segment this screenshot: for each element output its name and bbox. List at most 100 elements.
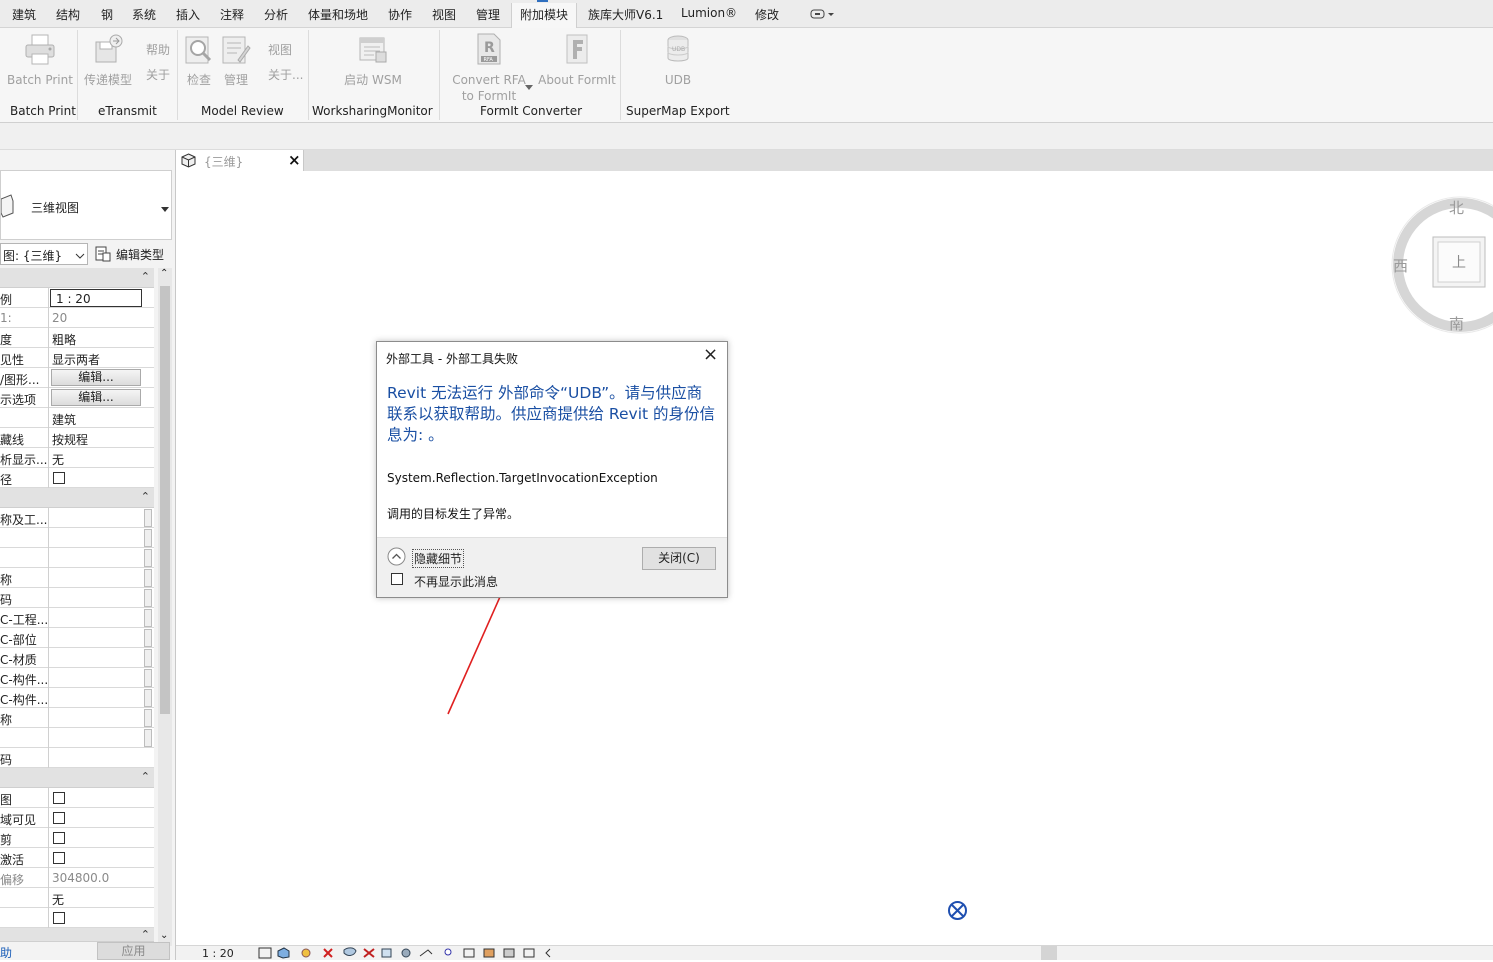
property-checkbox[interactable]	[53, 832, 65, 844]
property-row[interactable]: 建筑	[0, 408, 154, 428]
property-row[interactable]: 无	[0, 888, 154, 908]
section-extents-header[interactable]: ⌃	[0, 768, 154, 788]
view-control-icons[interactable]	[258, 947, 558, 959]
type-selector[interactable]: 三维视图	[0, 170, 172, 240]
tab-annotate[interactable]: 注释	[220, 6, 244, 23]
tab-massing-site[interactable]: 体量和场地	[308, 6, 368, 23]
property-row[interactable]	[0, 528, 154, 548]
property-edit-box[interactable]	[144, 649, 152, 667]
property-row[interactable]: 图	[0, 788, 154, 808]
section-identity-header[interactable]: ⌃	[0, 488, 154, 508]
property-edit-box[interactable]	[144, 629, 152, 647]
edit-graphics-button[interactable]: 编辑...	[51, 369, 141, 386]
section-graphics-header[interactable]: ⌃	[0, 268, 154, 288]
type-dropdown-icon[interactable]	[161, 202, 169, 216]
viewcube-west-label[interactable]: 西	[1393, 255, 1408, 276]
tab-collaborate[interactable]: 协作	[388, 6, 412, 23]
property-checkbox[interactable]	[53, 472, 65, 484]
property-row[interactable]: C-构件...	[0, 688, 154, 708]
tab-family-library[interactable]: 族库大师V6.1	[588, 6, 663, 23]
property-checkbox[interactable]	[53, 812, 65, 824]
viewcube-south-label[interactable]: 南	[1449, 313, 1464, 334]
property-row[interactable]: C-部位	[0, 628, 154, 648]
batch-print-button[interactable]: Batch Print	[6, 32, 74, 88]
property-row[interactable]: 码	[0, 588, 154, 608]
property-edit-box[interactable]	[144, 589, 152, 607]
etransmit-about-button[interactable]: 关于	[146, 67, 174, 83]
property-row[interactable]: /图形... 编辑...	[0, 368, 154, 388]
edit-display-options-button[interactable]: 编辑...	[51, 389, 141, 406]
property-row[interactable]: C-材质	[0, 648, 154, 668]
udb-export-button[interactable]: UDB UDB	[652, 32, 704, 88]
property-edit-box[interactable]	[144, 669, 152, 687]
property-row[interactable]: 域可见	[0, 808, 154, 828]
property-row[interactable]: 激活	[0, 848, 154, 868]
etransmit-help-button[interactable]: 帮助	[146, 42, 174, 58]
transmit-model-button[interactable]: 传递模型	[80, 32, 136, 88]
property-row[interactable]: 例 1 : 20	[0, 288, 154, 308]
scrollbar-thumb[interactable]	[160, 286, 170, 714]
properties-scrollbar[interactable]: ⌃ ⌄	[158, 268, 172, 946]
scroll-up-icon[interactable]: ⌃	[160, 268, 168, 279]
property-row[interactable]: 1: 20	[0, 308, 154, 328]
tab-add-ins[interactable]: 附加模块	[511, 3, 578, 29]
property-row[interactable]: 称及工...	[0, 508, 154, 528]
property-edit-box[interactable]	[144, 709, 152, 727]
property-row[interactable]: 度 粗略	[0, 328, 154, 348]
property-edit-box[interactable]	[144, 609, 152, 627]
property-edit-box[interactable]	[144, 689, 152, 707]
viewcube[interactable]: 北 西 南 上	[1390, 195, 1493, 335]
property-edit-box[interactable]	[144, 569, 152, 587]
hide-details-link[interactable]: 隐藏细节	[412, 549, 465, 568]
property-row[interactable]: 称	[0, 708, 154, 728]
tab-analyze[interactable]: 分析	[264, 6, 288, 23]
tab-manage[interactable]: 管理	[476, 6, 500, 23]
edit-type-button[interactable]: 编辑类型	[94, 243, 170, 265]
ribbon-options-icon[interactable]	[810, 8, 836, 23]
property-edit-box[interactable]	[144, 729, 152, 747]
tab-structure[interactable]: 结构	[56, 6, 80, 23]
view-scale-input[interactable]: 1 : 20	[50, 289, 142, 307]
property-row[interactable]: 称	[0, 568, 154, 588]
model-review-about-button[interactable]: 关于...	[268, 67, 306, 83]
property-checkbox[interactable]	[53, 792, 65, 804]
view-tab-3d[interactable]: {三维} ×	[176, 150, 304, 171]
property-row[interactable]: 偏移 304800.0	[0, 868, 154, 888]
property-row[interactable]: C-工程...	[0, 608, 154, 628]
horizontal-scrollbar-thumb[interactable]	[1041, 946, 1057, 960]
dialog-close-icon[interactable]: ×	[703, 346, 718, 364]
scroll-down-icon[interactable]: ⌄	[160, 930, 168, 941]
close-view-tab-icon[interactable]: ×	[288, 151, 301, 169]
property-row[interactable]: 见性 显示两者	[0, 348, 154, 368]
status-scale[interactable]: 1 : 20	[202, 947, 234, 960]
property-edit-box[interactable]	[144, 549, 152, 567]
about-formit-button[interactable]: About FormIt	[535, 32, 619, 88]
property-row[interactable]	[0, 548, 154, 568]
property-checkbox[interactable]	[53, 912, 65, 924]
property-row[interactable]: 径	[0, 468, 154, 488]
tab-insert[interactable]: 插入	[176, 6, 200, 23]
tab-architecture[interactable]: 建筑	[12, 6, 36, 23]
close-button[interactable]: 关闭(C)	[642, 547, 716, 570]
tab-view[interactable]: 视图	[432, 6, 456, 23]
model-review-view-button[interactable]: 视图	[268, 42, 298, 58]
property-row[interactable]	[0, 728, 154, 748]
dropdown-arrow-icon[interactable]	[525, 80, 533, 94]
start-wsm-button[interactable]: 启动 WSM	[336, 32, 410, 88]
property-checkbox[interactable]	[53, 852, 65, 864]
property-edit-box[interactable]	[144, 509, 152, 527]
properties-help-link[interactable]: 助	[0, 944, 12, 961]
tab-modify[interactable]: 修改	[755, 6, 779, 23]
convert-rfa-button[interactable]: R RFA Convert RFA to FormIt	[450, 32, 528, 104]
instance-selector[interactable]: 图: {三维}	[0, 243, 88, 265]
property-row[interactable]: 剪	[0, 828, 154, 848]
tab-steel[interactable]: 钢	[101, 6, 113, 23]
property-row[interactable]: 码	[0, 748, 154, 768]
hide-details-icon[interactable]	[387, 547, 406, 569]
property-row[interactable]: 析显示... 无	[0, 448, 154, 468]
viewcube-north-label[interactable]: 北	[1449, 197, 1464, 218]
property-row[interactable]	[0, 908, 154, 928]
section-footer-header[interactable]: ⌃	[0, 928, 154, 942]
property-row[interactable]: 示选项 编辑...	[0, 388, 154, 408]
tab-lumion[interactable]: Lumion®	[681, 6, 737, 20]
